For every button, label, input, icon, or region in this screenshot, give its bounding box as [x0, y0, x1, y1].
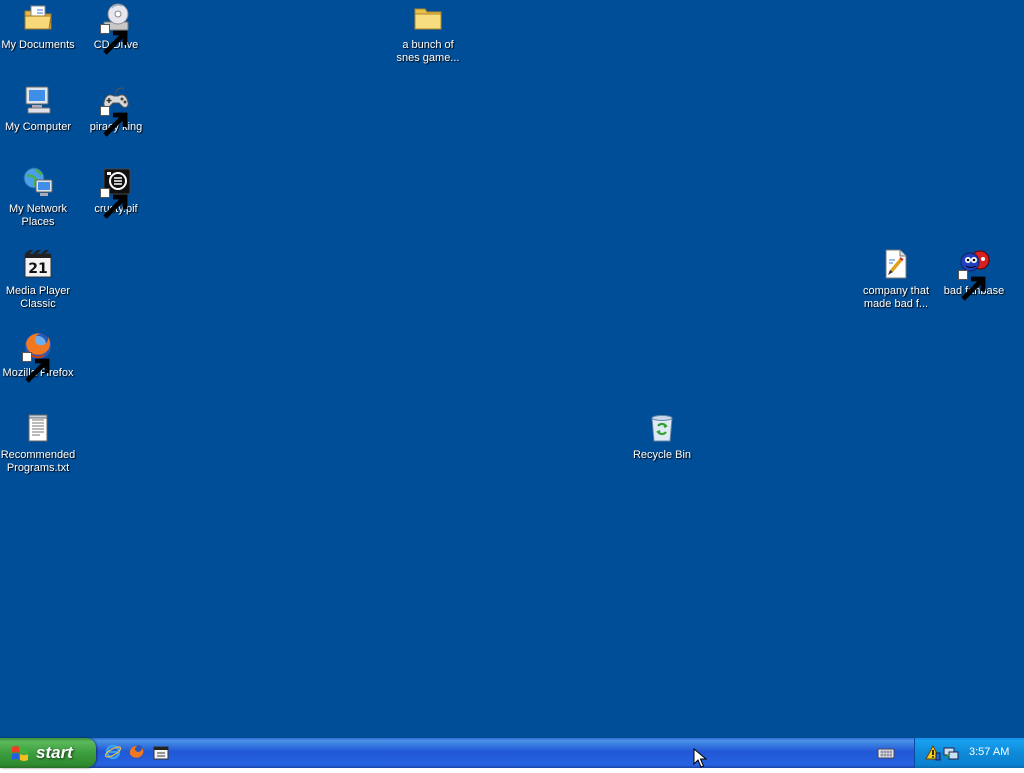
shortcut-arrow-icon — [100, 188, 128, 219]
desktop-icon-crusty[interactable]: crusty.pif — [78, 166, 154, 219]
icon-label: a bunch of snes game... — [396, 39, 460, 64]
my-computer-icon — [22, 84, 54, 116]
windows-logo-icon — [10, 743, 30, 763]
desktop-icon-my-network-places[interactable]: My Network Places — [0, 166, 76, 229]
desktop-icon-piracy-king[interactable]: piracy king — [78, 84, 154, 137]
desktop-icon-media-player-classic[interactable]: 21 Media Player Classic — [0, 248, 76, 311]
system-tray: 3:57 AM — [914, 738, 1024, 768]
taskbar: start 3:57 AM — [0, 738, 1024, 768]
quick-launch-bar — [104, 743, 170, 763]
svg-text:21: 21 — [28, 261, 47, 277]
cd-drive-icon — [100, 2, 132, 55]
icon-label: My Network Places — [8, 203, 68, 228]
clock[interactable]: 3:57 AM — [969, 746, 1009, 758]
mouse-cursor-icon — [693, 747, 708, 768]
media-player-classic-icon: 21 — [22, 248, 54, 280]
shortcut-arrow-icon — [100, 24, 128, 55]
desktop-icon-recycle-bin[interactable]: Recycle Bin — [624, 412, 700, 462]
firefox-icon — [22, 330, 54, 383]
desktop-icon-snes-folder[interactable]: a bunch of snes game... — [390, 2, 466, 65]
gamepad-icon — [100, 84, 132, 137]
internet-explorer-icon[interactable] — [104, 743, 122, 761]
shortcut-arrow-icon — [22, 352, 50, 383]
icon-label: My Documents — [1, 39, 75, 51]
folder-documents-icon — [22, 2, 54, 34]
desktop-icon-recommended-programs[interactable]: Recommended Programs.txt — [0, 412, 76, 475]
safety-warning-icon[interactable] — [925, 745, 941, 761]
firefox-icon[interactable] — [128, 743, 146, 761]
keyboard-icon[interactable] — [876, 744, 896, 762]
icon-label: Media Player Classic — [5, 285, 71, 310]
desktop-icon-my-documents[interactable]: My Documents — [0, 2, 76, 52]
desktop-icon-bad-fanbase[interactable]: bad fanbase — [936, 248, 1012, 301]
paint-document-icon — [880, 248, 912, 280]
start-label: start — [36, 743, 73, 762]
character-sprite-icon — [958, 248, 990, 301]
desktop-icon-mozilla-firefox[interactable]: Mozilla Firefox — [0, 330, 76, 383]
text-file-icon — [22, 412, 54, 444]
desktop-icon-cd-drive[interactable]: CD Drive — [78, 2, 154, 55]
media-player-classic-icon[interactable] — [152, 743, 170, 761]
program-file-icon — [100, 166, 132, 219]
shortcut-arrow-icon — [958, 270, 986, 301]
icon-label: Recommended Programs.txt — [0, 449, 76, 474]
icon-label: My Computer — [4, 121, 72, 133]
start-button[interactable]: start — [0, 738, 96, 768]
shortcut-arrow-icon — [100, 106, 128, 137]
desktop-icon-my-computer[interactable]: My Computer — [0, 84, 76, 134]
recycle-bin-icon — [646, 412, 678, 444]
icon-label: Recycle Bin — [632, 449, 692, 461]
network-icon[interactable] — [943, 745, 959, 761]
folder-icon — [412, 2, 444, 34]
icon-label: company that made bad f... — [862, 285, 930, 310]
desktop: My Documents CD Drive a bunch of snes ga… — [0, 0, 1024, 738]
desktop-icon-company-file[interactable]: company that made bad f... — [858, 248, 934, 311]
network-places-icon — [22, 166, 54, 198]
